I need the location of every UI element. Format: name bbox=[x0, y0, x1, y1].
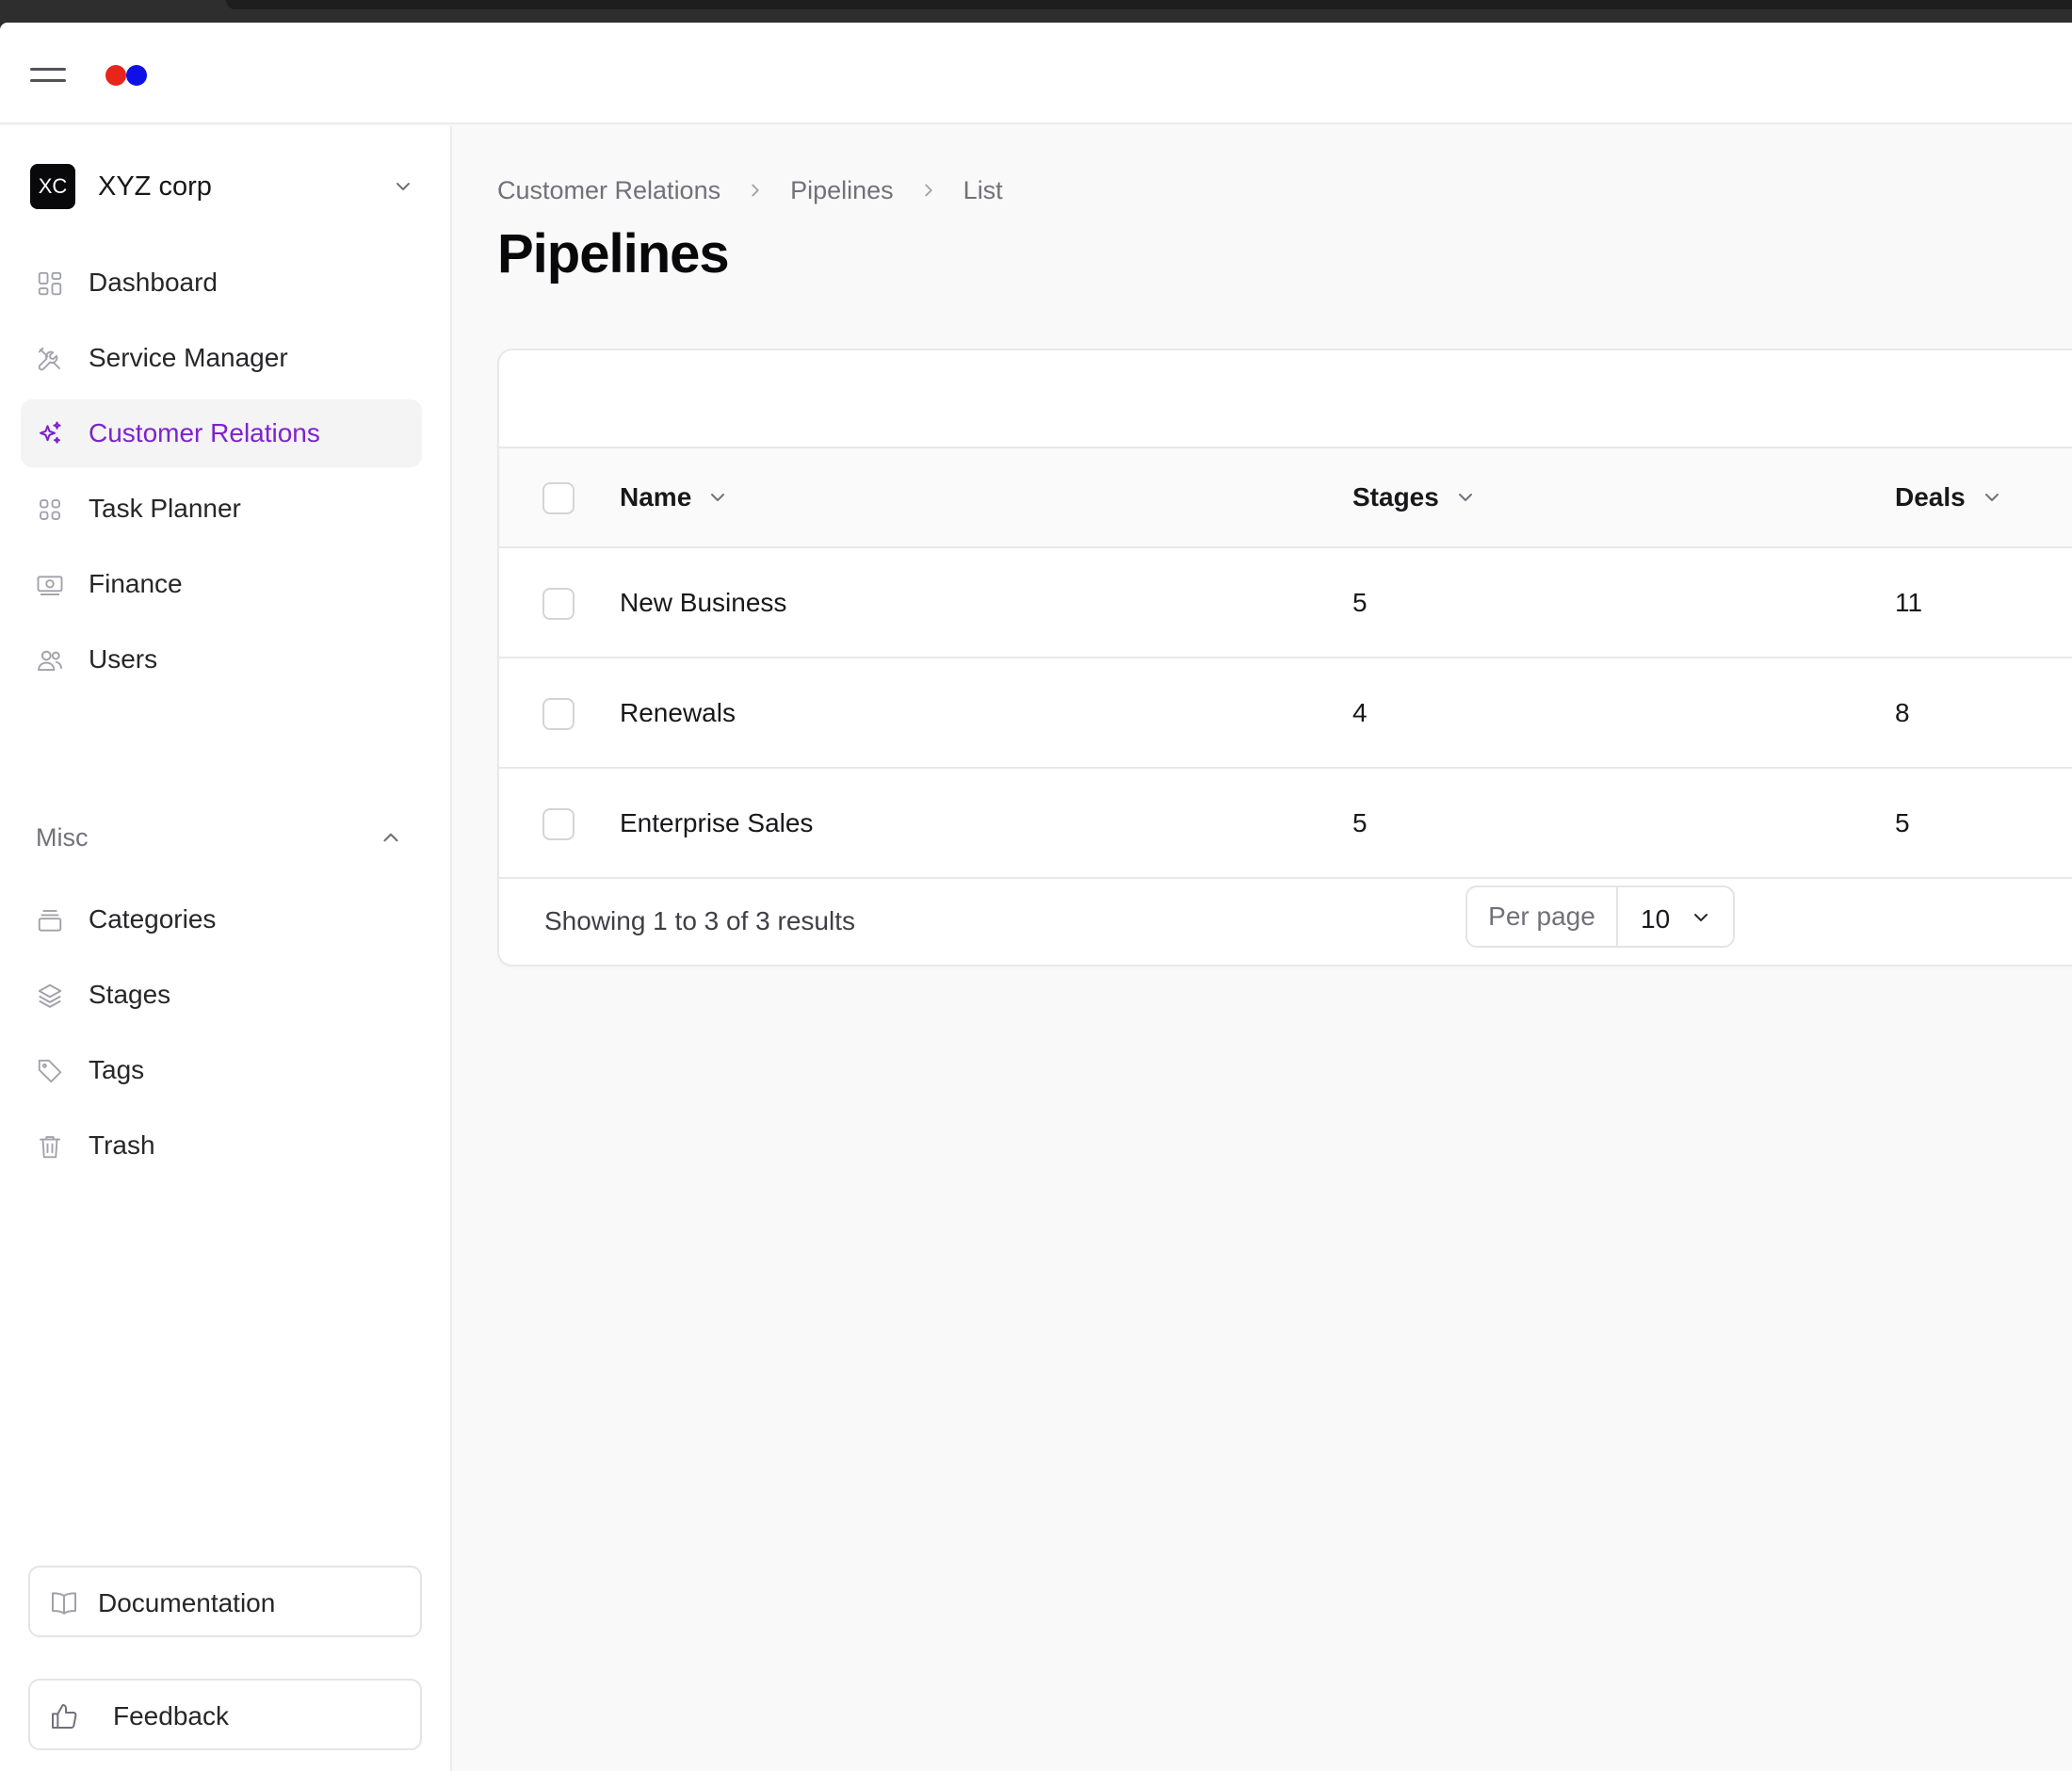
page-title: Pipelines bbox=[497, 223, 730, 284]
column-header-label: Deals bbox=[1895, 482, 1966, 512]
sidebar-item-stages[interactable]: Stages bbox=[21, 961, 422, 1029]
row-checkbox[interactable] bbox=[542, 588, 575, 620]
tools-icon bbox=[38, 347, 60, 371]
table-header-row: Name Stages Deals bbox=[499, 448, 2072, 548]
archive-icon bbox=[38, 910, 62, 932]
workspace-avatar: XC bbox=[30, 164, 75, 209]
cell-stages: 4 bbox=[1352, 698, 1368, 727]
sidebar-group-misc[interactable]: Misc bbox=[21, 814, 422, 861]
main-content: Customer Relations Pipelines List Pipeli… bbox=[454, 126, 2072, 1771]
chevron-down-icon bbox=[1984, 494, 1999, 501]
row-checkbox[interactable] bbox=[542, 698, 575, 730]
sidebar-item-categories[interactable]: Categories bbox=[21, 886, 422, 953]
sidebar-item-label: Stages bbox=[89, 980, 171, 1009]
top-bar bbox=[0, 23, 2072, 124]
breadcrumb-item: List bbox=[963, 175, 1003, 204]
breadcrumb-item[interactable]: Customer Relations bbox=[497, 176, 720, 205]
column-header-stages[interactable]: Stages bbox=[1352, 482, 1477, 512]
chevron-up-icon bbox=[383, 833, 398, 842]
cell-deals: 5 bbox=[1895, 808, 1910, 837]
per-page-value: 10 bbox=[1641, 904, 1671, 934]
menu-line bbox=[30, 68, 66, 71]
sidebar-item-customer-relations[interactable]: Customer Relations bbox=[21, 399, 422, 467]
feedback-button[interactable]: Feedback bbox=[28, 1679, 422, 1750]
breadcrumb-item[interactable]: Pipelines bbox=[790, 176, 894, 205]
column-header-label: Name bbox=[620, 482, 692, 512]
menu-toggle-button[interactable] bbox=[30, 62, 66, 85]
column-header-name[interactable]: Name bbox=[620, 482, 729, 512]
thumbs-up-icon bbox=[52, 1704, 77, 1729]
grid-icon bbox=[40, 499, 60, 520]
chevron-right-icon bbox=[752, 184, 759, 197]
tag-icon bbox=[38, 1059, 62, 1083]
per-page-label: Per page bbox=[1467, 887, 1618, 946]
workspace-switcher[interactable]: XC XYZ corp bbox=[30, 162, 422, 211]
chevron-down-icon bbox=[1458, 494, 1472, 501]
row-checkbox[interactable] bbox=[542, 808, 575, 840]
app-window: XC XYZ corp Dashboard Service Manager Cu… bbox=[0, 23, 2072, 1771]
os-bar-pill bbox=[226, 0, 2072, 9]
chevron-down-icon bbox=[711, 494, 725, 501]
per-page-select[interactable]: 10 bbox=[1620, 887, 1733, 946]
os-title-bar bbox=[0, 0, 2072, 23]
sidebar-item-label: Dashboard bbox=[89, 268, 218, 297]
documentation-label: Documentation bbox=[98, 1588, 276, 1617]
feedback-label: Feedback bbox=[113, 1701, 229, 1730]
trash-icon bbox=[40, 1136, 60, 1159]
cell-name: Renewals bbox=[620, 698, 736, 727]
users-icon bbox=[38, 650, 62, 671]
documentation-button[interactable]: Documentation bbox=[28, 1566, 422, 1637]
sidebar-item-label: Finance bbox=[89, 569, 183, 598]
sidebar-item-service-manager[interactable]: Service Manager bbox=[21, 324, 422, 392]
sidebar-item-task-planner[interactable]: Task Planner bbox=[21, 475, 422, 543]
sidebar-item-label: Task Planner bbox=[89, 494, 241, 523]
cell-deals: 11 bbox=[1895, 588, 1923, 617]
sidebar-item-dashboard[interactable]: Dashboard bbox=[21, 249, 422, 317]
select-all-checkbox[interactable] bbox=[542, 482, 575, 514]
sidebar-item-label: Trash bbox=[89, 1130, 155, 1160]
workspace-name: XYZ corp bbox=[98, 171, 212, 202]
column-header-label: Stages bbox=[1352, 482, 1439, 512]
layers-icon bbox=[38, 983, 62, 1008]
cell-stages: 5 bbox=[1352, 588, 1368, 617]
banknote-icon bbox=[37, 576, 63, 595]
brand-logo[interactable] bbox=[105, 63, 151, 86]
sidebar-item-label: Customer Relations bbox=[89, 418, 320, 447]
sparkles-icon bbox=[40, 421, 61, 444]
sidebar-item-label: Service Manager bbox=[89, 343, 288, 372]
per-page-control: Per page 10 bbox=[1465, 886, 1735, 948]
cell-stages: 5 bbox=[1352, 808, 1368, 837]
logo-blue-dot bbox=[126, 65, 147, 86]
sidebar-item-trash[interactable]: Trash bbox=[21, 1112, 422, 1179]
menu-line bbox=[30, 79, 66, 82]
sidebar-item-finance[interactable]: Finance bbox=[21, 550, 422, 618]
table-row[interactable]: New Business 5 11 bbox=[499, 548, 2072, 658]
sidebar-item-users[interactable]: Users bbox=[21, 626, 422, 693]
table-row[interactable]: Renewals 4 8 bbox=[499, 658, 2072, 769]
group-label: Misc bbox=[36, 823, 89, 852]
pipelines-table-card: Name Stages Deals New Business 5 11 Rene… bbox=[497, 349, 2072, 967]
table-row[interactable]: Enterprise Sales 5 5 bbox=[499, 769, 2072, 879]
sidebar-item-tags[interactable]: Tags bbox=[21, 1036, 422, 1104]
column-header-deals[interactable]: Deals bbox=[1895, 482, 2003, 512]
sidebar-item-label: Tags bbox=[89, 1055, 145, 1084]
cell-name: Enterprise Sales bbox=[620, 808, 814, 837]
chevron-down-icon bbox=[1694, 914, 1708, 921]
cell-name: New Business bbox=[620, 588, 787, 617]
sidebar-item-label: Categories bbox=[89, 904, 217, 934]
book-open-icon bbox=[52, 1592, 76, 1615]
sidebar-item-label: Users bbox=[89, 644, 158, 674]
sidebar: XC XYZ corp Dashboard Service Manager Cu… bbox=[0, 126, 452, 1771]
logo-red-dot bbox=[105, 65, 126, 86]
dashboard-icon bbox=[38, 271, 62, 296]
pagination-summary: Showing 1 to 3 of 3 results bbox=[544, 906, 855, 935]
chevron-down-icon bbox=[397, 183, 410, 190]
chevron-right-icon bbox=[925, 184, 932, 197]
table-toolbar bbox=[499, 350, 2072, 448]
breadcrumb: Customer Relations Pipelines List bbox=[497, 171, 1003, 209]
cell-deals: 8 bbox=[1895, 698, 1910, 727]
